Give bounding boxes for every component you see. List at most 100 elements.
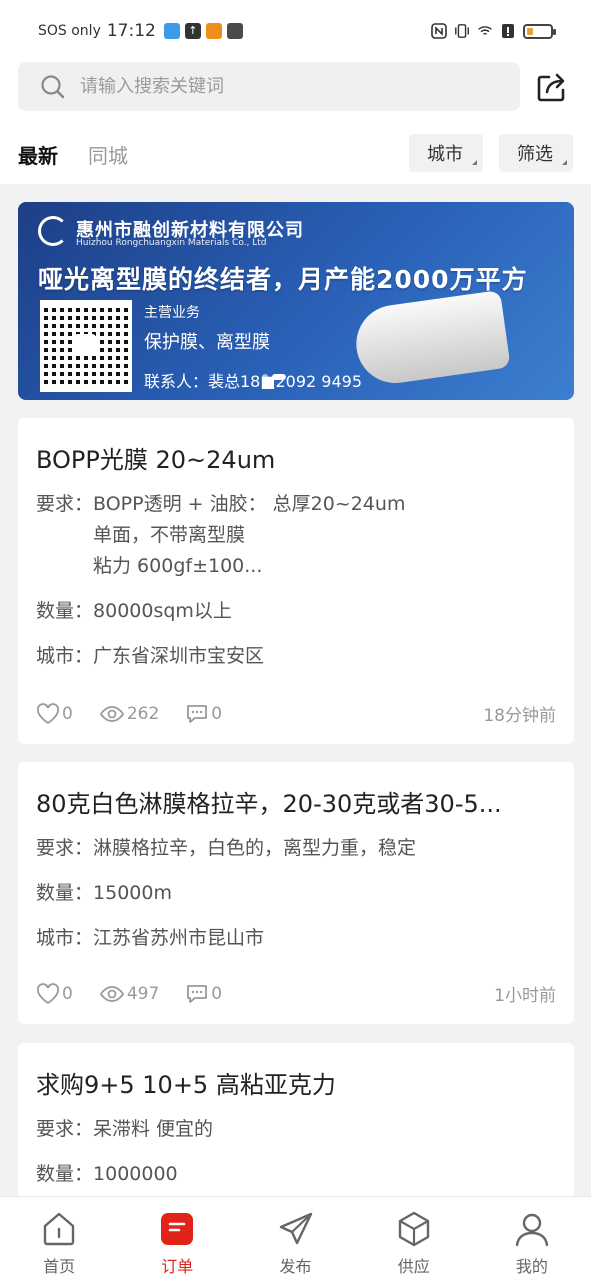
- city-row: 城市： 江苏省苏州市昆山市: [36, 923, 556, 954]
- nav-orders-label: 订单: [161, 1257, 194, 1276]
- filter-label: 筛选: [517, 144, 553, 165]
- search-icon: [41, 74, 65, 98]
- like-count: 0: [62, 983, 73, 1004]
- box-icon: [398, 1211, 429, 1247]
- alert-icon: [500, 22, 516, 40]
- requirement-line: 粘力 600gf±100...: [93, 555, 263, 577]
- order-card[interactable]: 80克白色淋膜格拉辛，20-30克或者30-5... 要求： 淋膜格拉辛，白色的…: [18, 762, 574, 1024]
- tab-same-city[interactable]: 同城: [88, 140, 128, 169]
- qr-center-logo: [74, 334, 96, 356]
- nav-supply[interactable]: 供应: [355, 1197, 473, 1280]
- paper-plane-icon: [279, 1212, 312, 1245]
- order-title: 80克白色淋膜格拉辛，20-30克或者30-5...: [36, 790, 502, 818]
- view-count-group: 497: [99, 983, 159, 1005]
- battery-icon: [523, 23, 556, 39]
- eye-icon: [99, 705, 124, 722]
- share-icon[interactable]: [535, 70, 569, 104]
- heart-icon: [36, 702, 60, 724]
- film-roll-image: [351, 289, 511, 389]
- city-value: 广东省深圳市宝安区: [93, 645, 265, 667]
- comment-button[interactable]: 0: [185, 983, 222, 1005]
- requirement-row: 要求： 呆滞料 便宜的: [36, 1114, 556, 1145]
- quantity-label: 数量：: [36, 882, 94, 904]
- nav-home-label: 首页: [43, 1257, 76, 1276]
- view-count-group: 262: [99, 703, 159, 725]
- app-icon-1: [163, 23, 180, 39]
- post-time: 18分钟前: [483, 706, 556, 726]
- dropdown-triangle-icon: [562, 160, 567, 165]
- city-row: 城市： 广东省深圳市宝安区: [36, 641, 556, 672]
- nav-orders[interactable]: 订单: [118, 1197, 236, 1280]
- search-bar[interactable]: [18, 62, 520, 111]
- home-icon: [43, 1212, 75, 1246]
- dropdown-triangle-icon: [472, 160, 477, 165]
- comment-count: 0: [211, 703, 223, 724]
- quantity-value: 80000sqm以上: [93, 600, 232, 622]
- tab-latest[interactable]: 最新: [18, 140, 58, 169]
- banner-business-label: 主营业务: [144, 305, 200, 321]
- filter-bar: 城市 筛选: [409, 134, 573, 172]
- header: 最新 同城 城市 筛选: [0, 62, 591, 184]
- orders-icon: [161, 1213, 194, 1245]
- nav-supply-label: 供应: [397, 1257, 430, 1276]
- quantity-row: 数量： 1000000: [36, 1159, 556, 1190]
- order-title: BOPP光膜 20~24um: [36, 446, 276, 474]
- status-time: 17:12: [106, 21, 156, 41]
- app-icon-2: [205, 23, 222, 39]
- bottom-nav: 首页 订单 发布 供应 我的: [0, 1196, 591, 1280]
- vibrate-icon: [454, 22, 470, 40]
- city-label: 城市：: [36, 645, 94, 667]
- card-meta: 0 262 0 18分钟前: [36, 701, 556, 726]
- like-button[interactable]: 0: [36, 982, 73, 1005]
- carousel-indicator: [262, 374, 286, 380]
- card-meta: 0 497 0 1小时前: [36, 981, 556, 1006]
- city-value: 江苏省苏州市昆山市: [93, 927, 265, 949]
- requirement-row: 要求： BOPP透明 + 油胶： 总厚20~24um 单面，不带离型膜 粘力 6…: [36, 489, 556, 582]
- nav-mine[interactable]: 我的: [473, 1197, 591, 1280]
- ad-banner[interactable]: 惠州市融创新材料有限公司 Huizhou Rongchuangxin Mater…: [18, 202, 574, 400]
- like-button[interactable]: 0: [36, 702, 73, 725]
- city-filter-label: 城市: [427, 144, 463, 165]
- requirement-line: BOPP透明 + 油胶： 总厚20~24um: [93, 493, 406, 515]
- quantity-label: 数量：: [36, 1163, 94, 1185]
- like-count: 0: [62, 703, 73, 724]
- banner-business: 保护膜、离型膜: [144, 332, 270, 353]
- quantity-row: 数量： 80000sqm以上: [36, 596, 556, 627]
- city-label: 城市：: [36, 927, 94, 949]
- nfc-icon: [431, 22, 447, 40]
- status-bar: SOS only 17:12 ↑: [0, 0, 591, 62]
- order-title: 求购9+5 10+5 高粘亚克力: [36, 1071, 336, 1099]
- nav-home[interactable]: 首页: [0, 1197, 118, 1280]
- quantity-value: 1000000: [93, 1163, 178, 1185]
- carousel-dot-active: [272, 374, 286, 380]
- order-card[interactable]: BOPP光膜 20~24um 要求： BOPP透明 + 油胶： 总厚20~24u…: [18, 418, 574, 744]
- comment-button[interactable]: 0: [185, 703, 222, 725]
- nav-publish[interactable]: 发布: [236, 1197, 354, 1280]
- requirement-row: 要求： 淋膜格拉辛，白色的，离型力重，稳定: [36, 833, 556, 864]
- app-icon-3: [226, 23, 243, 39]
- view-count: 262: [126, 703, 160, 724]
- requirement-label: 要求：: [36, 493, 94, 515]
- view-count: 497: [126, 983, 160, 1004]
- banner-slogan: 哑光离型膜的终结者，月产能2000万平方: [38, 265, 528, 294]
- filter-button[interactable]: 筛选: [499, 134, 573, 172]
- comment-icon: [187, 984, 208, 1003]
- city-filter-button[interactable]: 城市: [409, 134, 483, 172]
- wifi-icon: [477, 22, 493, 40]
- comment-icon: [187, 704, 208, 723]
- comment-count: 0: [211, 983, 223, 1004]
- banner-company-en: Huizhou Rongchuangxin Materials Co., Ltd: [76, 238, 267, 248]
- tab-bar: 最新 同城: [18, 140, 128, 169]
- upload-icon: ↑: [184, 23, 201, 39]
- status-icons-right: [431, 22, 556, 40]
- requirement-line: 呆滞料 便宜的: [93, 1118, 214, 1140]
- order-card[interactable]: 求购9+5 10+5 高粘亚克力 要求： 呆滞料 便宜的 数量： 1000000: [18, 1043, 574, 1203]
- carousel-dot: [262, 374, 268, 380]
- requirement-label: 要求：: [36, 1118, 94, 1140]
- post-time: 1小时前: [494, 986, 556, 1006]
- search-input[interactable]: [80, 76, 480, 97]
- requirement-label: 要求：: [36, 837, 94, 859]
- quantity-row: 数量： 15000m: [36, 878, 556, 909]
- quantity-value: 15000m: [93, 882, 172, 904]
- quantity-label: 数量：: [36, 600, 94, 622]
